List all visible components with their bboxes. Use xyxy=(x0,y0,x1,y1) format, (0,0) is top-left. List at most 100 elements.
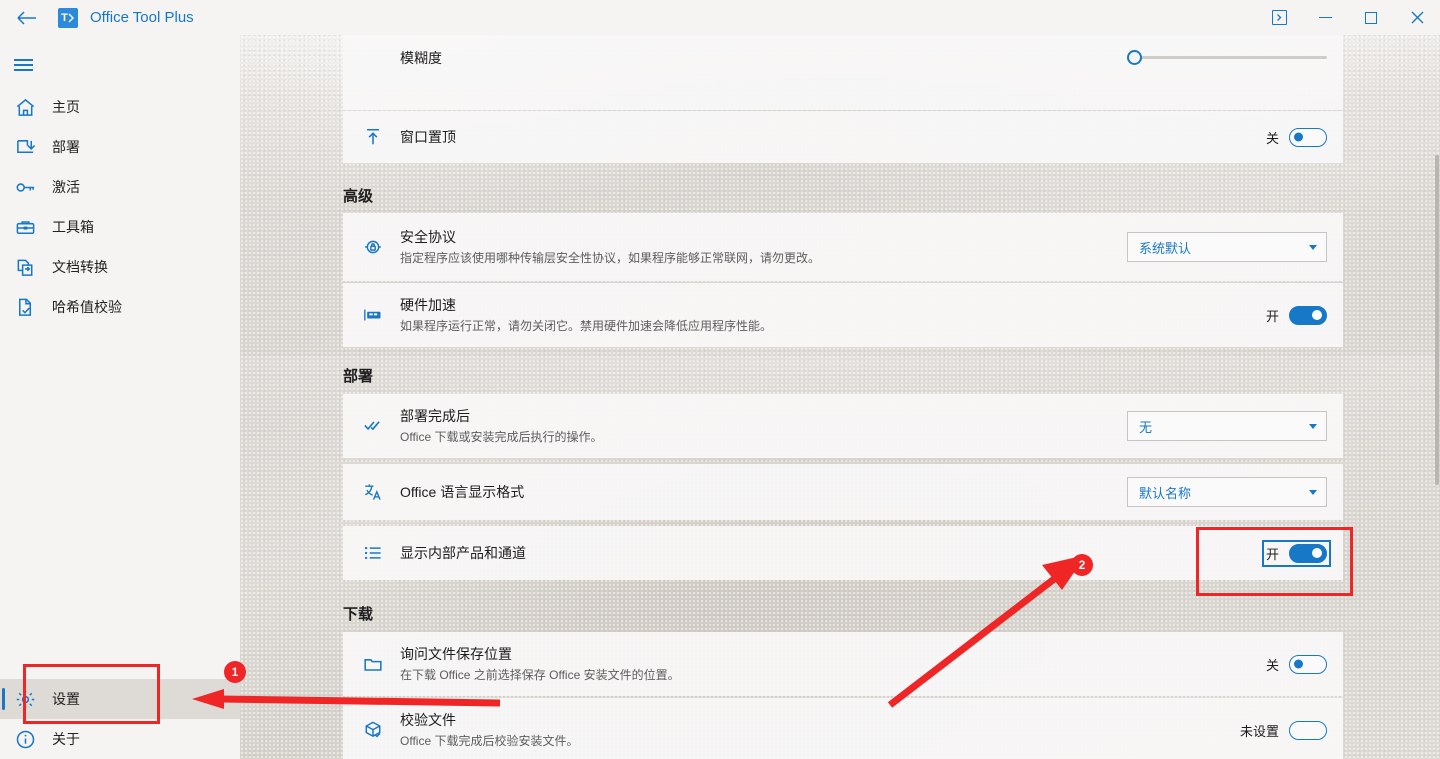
setting-row-verify-files[interactable]: 校验文件 Office 下载完成后校验安装文件。 未设置 xyxy=(343,698,1343,759)
hamburger-icon[interactable] xyxy=(0,45,240,85)
verify-files-toggle[interactable]: 未设置 xyxy=(1239,720,1327,740)
maximize-icon[interactable] xyxy=(1348,0,1394,35)
setting-title: 模糊度 xyxy=(400,49,442,66)
setting-subtitle: 如果程序运行正常，请勿关闭它。禁用硬件加速会降低应用程序性能。 xyxy=(400,319,773,333)
slider-track xyxy=(1137,56,1327,59)
file-check-icon xyxy=(14,296,36,318)
chevron-down-icon xyxy=(1309,423,1317,429)
setting-subtitle: Office 下载完成后校验安装文件。 xyxy=(400,734,579,748)
back-arrow-icon[interactable] xyxy=(6,0,48,35)
close-icon[interactable] xyxy=(1394,0,1440,35)
sidebar-item-deploy[interactable]: 部署 xyxy=(0,127,240,167)
title-bar: T Office Tool Plus xyxy=(0,0,1440,35)
sidebar-nav: 主页 部署 激活 工具箱 文档转换 哈希值校验 xyxy=(0,87,240,327)
toggle-label: 关 xyxy=(1265,657,1279,673)
sidebar-item-label: 部署 xyxy=(52,139,80,155)
sidebar-item-label: 关于 xyxy=(52,731,80,747)
setting-row-after-deploy[interactable]: 部署完成后 Office 下载或安装完成后执行的操作。 无 xyxy=(343,394,1343,458)
setting-subtitle: Office 下载或安装完成后执行的操作。 xyxy=(400,430,603,444)
sidebar-item-label: 工具箱 xyxy=(52,219,94,235)
setting-subtitle: 在下载 Office 之前选择保存 Office 安装文件的位置。 xyxy=(400,668,680,682)
gpu-chip-icon xyxy=(360,305,386,325)
info-icon xyxy=(14,728,36,750)
ask-save-location-toggle[interactable]: 关 xyxy=(1265,654,1327,674)
list-icon xyxy=(360,543,386,563)
show-internal-products-toggle[interactable]: 开 xyxy=(1261,539,1332,567)
window-topmost-toggle[interactable]: 关 xyxy=(1265,127,1327,147)
section-title-deploy: 部署 xyxy=(343,368,374,385)
annotation-badge-2: 2 xyxy=(1071,554,1093,576)
sidebar-bottom-nav: 设置 关于 xyxy=(0,679,240,759)
section-title-advanced: 高级 xyxy=(343,188,374,205)
sidebar-item-home[interactable]: 主页 xyxy=(0,87,240,127)
hardware-acceleration-toggle[interactable]: 开 xyxy=(1265,305,1327,325)
chevron-down-icon xyxy=(1309,244,1317,250)
sidebar-item-settings[interactable]: 设置 xyxy=(0,679,240,719)
gear-icon xyxy=(14,688,36,710)
setting-row-security-protocol[interactable]: 安全协议 指定程序应该使用哪种传输层安全性协议，如果程序能够正常联网，请勿更改。… xyxy=(343,213,1343,281)
settings-scroll-area: 模糊度 窗口置顶 关 高级 安全协议 指定程序应该使用哪种传输层安全性协议，如果… xyxy=(240,35,1440,759)
toggle-switch[interactable] xyxy=(1289,127,1327,147)
pin-top-icon xyxy=(360,127,386,147)
dropdown-value: 系统默认 xyxy=(1139,240,1192,256)
content-scrollbar[interactable] xyxy=(1434,35,1440,759)
security-protocol-dropdown[interactable]: 系统默认 xyxy=(1127,232,1327,262)
setting-title: 安全协议 xyxy=(400,229,456,245)
setting-title: 窗口置顶 xyxy=(400,129,456,145)
minimize-icon[interactable] xyxy=(1302,0,1348,35)
window-controls xyxy=(1256,0,1440,35)
setting-title: 硬件加速 xyxy=(400,297,456,313)
toggle-switch[interactable] xyxy=(1289,654,1327,674)
after-deploy-dropdown[interactable]: 无 xyxy=(1127,411,1327,441)
toggle-label: 关 xyxy=(1265,130,1279,146)
setting-title: Office 语言显示格式 xyxy=(400,484,525,500)
setting-row-hardware-acceleration[interactable]: 硬件加速 如果程序运行正常，请勿关闭它。禁用硬件加速会降低应用程序性能。 开 xyxy=(343,283,1343,347)
office-language-format-dropdown[interactable]: 默认名称 xyxy=(1127,477,1327,507)
toggle-switch[interactable] xyxy=(1289,543,1327,563)
sidebar-item-document-convert[interactable]: 文档转换 xyxy=(0,247,240,287)
chevron-down-icon xyxy=(1309,489,1317,495)
sidebar-item-about[interactable]: 关于 xyxy=(0,719,240,759)
blur-slider[interactable] xyxy=(1127,48,1327,68)
setting-row-office-language-format[interactable]: Office 语言显示格式 默认名称 xyxy=(343,464,1343,520)
setting-title: 部署完成后 xyxy=(400,408,470,424)
sidebar-item-hash-check[interactable]: 哈希值校验 xyxy=(0,287,240,327)
sidebar-item-label: 设置 xyxy=(52,691,80,707)
console-icon[interactable] xyxy=(1256,0,1302,35)
setting-title: 询问文件保存位置 xyxy=(400,646,512,662)
setting-row-ask-save-location[interactable]: 询问文件保存位置 在下载 Office 之前选择保存 Office 安装文件的位… xyxy=(343,632,1343,696)
dropdown-value: 默认名称 xyxy=(1139,485,1192,501)
setting-title: 显示内部产品和通道 xyxy=(400,545,526,561)
shield-lock-icon xyxy=(360,237,386,257)
translate-icon xyxy=(360,482,386,502)
sidebar-item-toolbox[interactable]: 工具箱 xyxy=(0,207,240,247)
toolbox-icon xyxy=(14,216,36,238)
app-logo-text: T xyxy=(61,12,68,24)
sidebar-item-activate[interactable]: 激活 xyxy=(0,167,240,207)
section-title-download: 下载 xyxy=(343,606,374,623)
setting-row-blur[interactable]: 模糊度 xyxy=(343,35,1343,110)
home-icon xyxy=(14,96,36,118)
setting-title: 校验文件 xyxy=(400,712,456,728)
slider-thumb[interactable] xyxy=(1127,50,1142,65)
deploy-download-icon xyxy=(14,136,36,158)
sidebar: 主页 部署 激活 工具箱 文档转换 哈希值校验 设置 关于 xyxy=(0,35,240,759)
sidebar-item-label: 主页 xyxy=(52,99,80,115)
folder-icon xyxy=(360,654,386,674)
toggle-switch[interactable] xyxy=(1289,305,1327,325)
setting-subtitle: 指定程序应该使用哪种传输层安全性协议，如果程序能够正常联网，请勿更改。 xyxy=(400,251,821,265)
toggle-label: 开 xyxy=(1265,546,1279,562)
double-check-icon xyxy=(360,416,386,436)
setting-row-show-internal-products[interactable]: 显示内部产品和通道 开 xyxy=(343,526,1343,580)
toggle-label: 开 xyxy=(1265,308,1279,324)
dropdown-value: 无 xyxy=(1139,419,1153,435)
app-logo-icon: T xyxy=(58,8,78,28)
document-convert-icon xyxy=(14,256,36,278)
settings-content: 模糊度 窗口置顶 关 高级 安全协议 指定程序应该使用哪种传输层安全性协议，如果… xyxy=(240,35,1440,759)
toggle-label: 未设置 xyxy=(1239,723,1279,739)
sidebar-item-label: 哈希值校验 xyxy=(52,299,122,315)
toggle-switch[interactable] xyxy=(1289,720,1327,740)
setting-row-window-topmost[interactable]: 窗口置顶 关 xyxy=(343,111,1343,163)
scrollbar-thumb[interactable] xyxy=(1435,155,1439,485)
key-icon xyxy=(14,176,36,198)
